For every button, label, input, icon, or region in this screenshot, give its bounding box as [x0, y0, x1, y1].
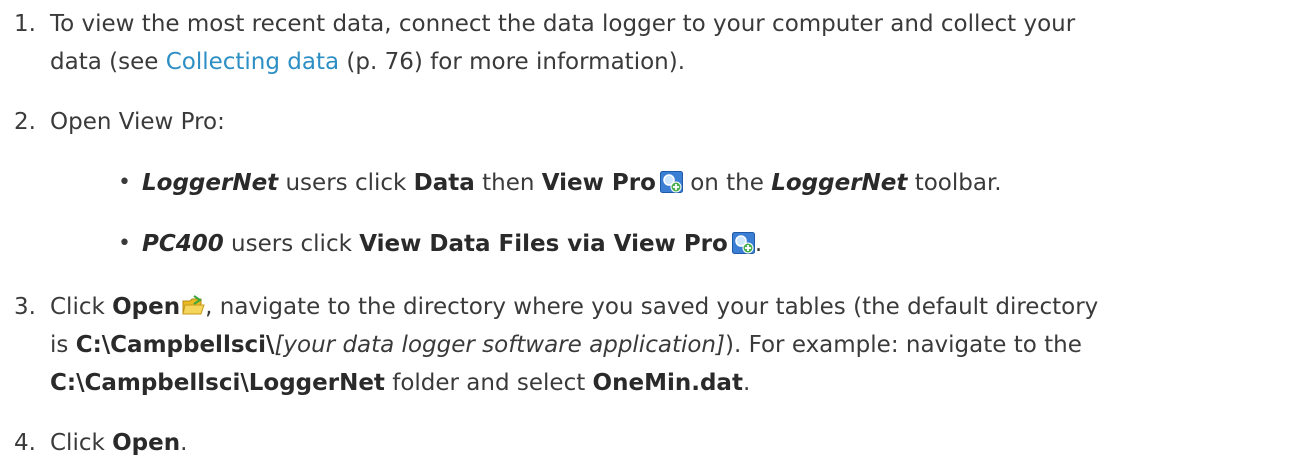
bullet-text: LoggerNet users click Data then View Pro… [142, 164, 1002, 202]
view-pro-icon [731, 232, 755, 254]
instruction-list: 1. To view the most recent data, connect… [0, 0, 1289, 470]
step-line: is C:\Campbellsci\[your data logger soft… [50, 326, 1275, 364]
folder-path-label: C:\Campbellsci\LoggerNet [50, 370, 385, 396]
step-text: . [742, 370, 751, 396]
step-body: To view the most recent data, connect th… [50, 5, 1275, 81]
app-name: LoggerNet [142, 170, 279, 196]
step-body: Click Open , navigate to the directory wh… [50, 288, 1275, 402]
step-number: 3. [14, 294, 36, 320]
path-placeholder: [your data logger software application] [274, 332, 725, 358]
data-menu-label: Data [413, 170, 475, 196]
file-name-label: OneMin.dat [592, 370, 743, 396]
view-pro-icon [659, 171, 683, 193]
step-line: C:\Campbellsci\LoggerNet folder and sele… [50, 364, 1275, 402]
view-data-files-label: View Data Files via View Pro [359, 231, 728, 257]
app-name: PC400 [142, 231, 224, 257]
bullet-dot: • [118, 170, 131, 195]
bullet-span: . [754, 231, 763, 257]
bullet-span: then [474, 170, 542, 196]
step-text: data (see [50, 49, 166, 75]
step-text: Click [50, 294, 113, 320]
collecting-data-link[interactable]: Collecting data [166, 49, 339, 75]
step-text: . [180, 430, 188, 456]
open-label: Open [112, 294, 181, 320]
step-text: , navigate to the directory where you sa… [205, 294, 1099, 320]
bullet-dot: • [118, 231, 131, 256]
bullet-text: PC400 users click View Data Files via Vi… [142, 225, 762, 263]
step-body: Click Open. [50, 424, 1275, 462]
step-text: is [50, 332, 76, 358]
step-text: folder and select [384, 370, 593, 396]
step-body: Open View Pro: [50, 103, 1275, 141]
step-text: Click [50, 430, 113, 456]
bullet-span: users click [223, 231, 360, 257]
bullet-span: toolbar. [907, 170, 1002, 196]
step-text: ). For example: navigate to the [724, 332, 1082, 358]
bullet-span: on the [682, 170, 772, 196]
bullet-span: users click [278, 170, 414, 196]
view-pro-label: View Pro [541, 170, 656, 196]
app-name: LoggerNet [771, 170, 908, 196]
step-line: data (see Collecting data (p. 76) for mo… [50, 43, 1275, 81]
step-line: To view the most recent data, connect th… [50, 5, 1275, 43]
step-number: 4. [14, 430, 36, 456]
step-text: To view the most recent data, connect th… [50, 11, 1076, 37]
open-folder-icon [182, 295, 205, 317]
open-label: Open [112, 430, 181, 456]
step-text: Open View Pro: [50, 109, 225, 135]
step-number: 1. [14, 11, 36, 37]
step-text: (p. 76) for more information). [339, 49, 686, 75]
step-number: 2. [14, 109, 36, 135]
step-line: Click Open , navigate to the directory wh… [50, 288, 1275, 326]
path-label: C:\Campbellsci\ [75, 332, 275, 358]
